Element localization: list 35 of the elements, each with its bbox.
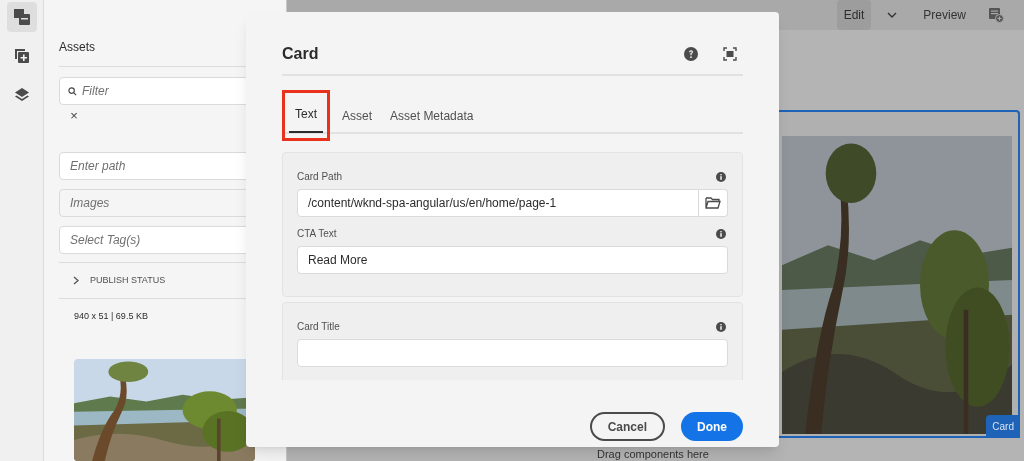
input-field[interactable] bbox=[297, 339, 728, 367]
asset-info: 940 x 51 | 69.5 KB bbox=[74, 310, 149, 324]
layers-icon bbox=[13, 87, 30, 103]
add-copy-icon bbox=[13, 48, 30, 64]
done-button[interactable]: Done bbox=[681, 412, 743, 441]
folder-icon bbox=[705, 197, 721, 209]
component-badge: Card bbox=[986, 415, 1020, 438]
cancel-button[interactable]: Cancel bbox=[589, 412, 665, 441]
field-label: Card Title bbox=[297, 320, 340, 334]
input-field[interactable]: Read More bbox=[297, 246, 728, 274]
clear-button[interactable]: × bbox=[67, 107, 81, 124]
chevron-icon bbox=[73, 276, 79, 285]
chevron-down-icon[interactable] bbox=[887, 12, 898, 18]
info-icon[interactable] bbox=[716, 321, 726, 332]
field-label: Card Path bbox=[297, 170, 343, 184]
path-field[interactable]: /content/wknd-spa-angular/us/en/home/page-1 bbox=[297, 189, 699, 217]
publish-status-toggle[interactable]: PUBLISH STATUS bbox=[59, 262, 286, 299]
page-add-icon[interactable] bbox=[988, 7, 1004, 23]
info-icon[interactable] bbox=[716, 228, 726, 239]
fullscreen-icon[interactable] bbox=[723, 47, 737, 61]
field-label: CTA Text bbox=[297, 227, 337, 241]
images-icon bbox=[12, 8, 31, 26]
edit-button[interactable]: Edit bbox=[836, 0, 872, 30]
help-icon[interactable] bbox=[684, 47, 698, 61]
search-icon bbox=[68, 86, 77, 96]
tab[interactable]: Text bbox=[289, 97, 323, 133]
tab[interactable]: Asset Metadata bbox=[384, 98, 480, 134]
tab[interactable]: Asset bbox=[336, 98, 379, 134]
browse-button[interactable] bbox=[699, 189, 728, 217]
dialog-title: Card bbox=[282, 44, 320, 64]
preview-button[interactable]: Preview bbox=[923, 6, 966, 24]
info-icon[interactable] bbox=[716, 171, 726, 182]
drop-zone-hint: Drag components here bbox=[597, 448, 709, 461]
rail-button[interactable] bbox=[6, 2, 37, 32]
panel-title: Assets bbox=[59, 39, 96, 56]
